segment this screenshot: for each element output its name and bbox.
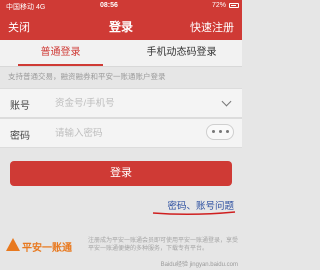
login-notice: 支持普通交易，融资融券和平安一账通账户登录 — [8, 72, 166, 81]
pingan-logo: 平安一账通 — [6, 237, 76, 255]
login-tabs: 普通登录 手机动态码登录 — [0, 40, 242, 67]
watermark: Baidu经验 jingyan.baidu.com — [160, 262, 238, 268]
eye-dots-icon — [212, 130, 230, 134]
tab-sms-login[interactable]: 手机动态码登录 — [121, 40, 242, 66]
footer-description: 注册成为平安一账通会员即可使用平安一账通登录，享受平安一账通便捷的多种服务，下载… — [88, 238, 239, 252]
logo-text: 平安一账通 — [22, 243, 72, 254]
account-label: 账号 — [10, 101, 30, 112]
account-row: 账号 — [0, 88, 242, 118]
status-bar: 中国移动 4G 08:56 72% — [0, 0, 242, 12]
quick-register-button[interactable]: 快速注册 — [190, 19, 234, 35]
account-input[interactable] — [55, 94, 205, 112]
chevron-down-icon[interactable] — [221, 96, 232, 107]
pingan-logo-icon — [6, 238, 20, 251]
tab-normal-login[interactable]: 普通登录 — [0, 40, 121, 66]
battery-icon — [229, 3, 239, 8]
password-label: 密码 — [10, 131, 30, 142]
red-underline-annotation — [152, 211, 236, 216]
show-password-toggle[interactable] — [206, 124, 234, 140]
battery-percent: 72% — [211, 2, 226, 9]
password-input[interactable] — [55, 124, 205, 142]
login-button[interactable]: 登录 — [10, 161, 232, 186]
password-row: 密码 — [0, 118, 242, 148]
nav-bar: 关闭 登录 快速注册 — [0, 12, 242, 40]
carrier-label: 中国移动 4G — [6, 4, 46, 11]
clock: 08:56 — [100, 2, 118, 9]
